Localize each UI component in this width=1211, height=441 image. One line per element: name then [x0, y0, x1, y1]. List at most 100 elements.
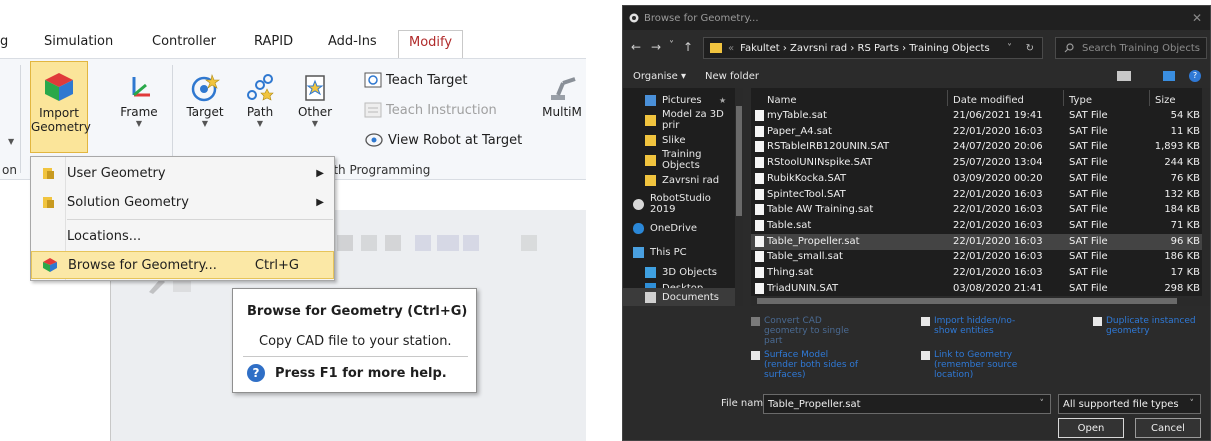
multimove-label: MultiM	[542, 105, 582, 119]
menu-item-browse-for-geometry[interactable]: Browse for Geometry... Ctrl+G	[31, 251, 334, 279]
menu-item-locations[interactable]: Locations...	[31, 222, 334, 250]
file-row[interactable]: RSTableIRB120UNIN.SAT 24/07/2020 20:06 SAT…	[751, 139, 1202, 155]
sidebar-item-model-za-3d[interactable]: Model za 3D prir	[623, 109, 735, 131]
file-row[interactable]: Table.sat 22/01/2020 16:03 SAT File 71 KB	[751, 218, 1202, 234]
view-robot-label: View Robot at Target	[388, 132, 523, 148]
view-options-icon[interactable]	[1117, 71, 1131, 81]
path-button[interactable]: Path ▼	[236, 73, 284, 129]
sidebar-item-robotstudio[interactable]: RobotStudio 2019	[623, 193, 735, 215]
checkbox[interactable]	[921, 317, 930, 326]
sidebar-scrollbar[interactable]	[735, 88, 743, 306]
file-row[interactable]: RStoolUNINspike.SAT 25/07/2020 13:04 SAT F…	[751, 155, 1202, 171]
sidebar-item-onedrive[interactable]: OneDrive	[623, 218, 735, 238]
multimove-button[interactable]: MultiM	[538, 73, 586, 119]
column-header-date[interactable]: Date modified	[953, 88, 1063, 108]
new-folder-button[interactable]: New folder	[705, 71, 759, 82]
chevron-down-icon[interactable]: ˅	[1007, 43, 1012, 54]
tab-simulation[interactable]: Simulation	[44, 34, 113, 49]
file-type-select[interactable]: All supported file types ˅	[1058, 394, 1201, 414]
search-input[interactable]: Search Training Objects	[1055, 37, 1207, 59]
tab-modify[interactable]: Modify	[398, 30, 464, 58]
file-type: SAT File	[1069, 251, 1108, 263]
checkbox[interactable]	[751, 317, 760, 326]
file-icon	[755, 125, 764, 137]
column-header-type[interactable]: Type	[1069, 88, 1149, 108]
tab-rapid[interactable]: RAPID	[254, 34, 293, 49]
file-row[interactable]: Table_small.sat 22/01/2020 16:03 SAT File 1…	[751, 249, 1202, 265]
app-icon	[629, 13, 639, 23]
sidebar-item-pictures[interactable]: Pictures ★	[623, 90, 735, 110]
frame-button[interactable]: Frame ▼	[114, 73, 164, 129]
sidebar-item-zavrsni-rad[interactable]: Zavrsni rad	[623, 170, 735, 190]
option-import-hidden[interactable]: Import hidden/no-show entities	[921, 316, 1031, 336]
tab-add-ins[interactable]: Add-Ins	[328, 34, 377, 49]
chevron-down-icon[interactable]: ˅	[1190, 399, 1195, 409]
help-icon[interactable]: ?	[1189, 70, 1201, 82]
file-size: 96 KB	[1170, 235, 1200, 247]
option-duplicate-instanced[interactable]: Duplicate instanced geometry	[1093, 316, 1203, 336]
close-icon[interactable]: ✕	[1192, 11, 1202, 25]
chevron-down-icon[interactable]: ▼	[8, 137, 14, 146]
tooltip-help: ? Press F1 for more help.	[247, 364, 447, 382]
option-surface-model[interactable]: Surface Model (render both sides of surf…	[751, 350, 861, 380]
file-name-value: Table_Propeller.sat	[768, 398, 861, 410]
tab-controller[interactable]: Controller	[152, 34, 216, 49]
menu-item-solution-geometry[interactable]: Solution Geometry ▶	[31, 188, 334, 216]
sidebar-item-training-objects[interactable]: Training Objects	[623, 149, 735, 171]
breadcrumb[interactable]: Fakultet › Zavrsni rad › RS Parts › Trai…	[740, 43, 990, 54]
checkbox[interactable]	[1093, 317, 1102, 326]
address-bar[interactable]: « Fakultet › Zavrsni rad › RS Parts › Tr…	[703, 37, 1043, 59]
chevron-down-icon[interactable]: ˅	[1040, 399, 1045, 409]
folder-icon	[710, 43, 722, 53]
solution-geometry-icon	[31, 194, 67, 210]
cancel-button[interactable]: Cancel	[1135, 418, 1201, 438]
refresh-icon[interactable]: ↻	[1026, 43, 1034, 54]
file-name: Paper_A4.sat	[767, 125, 832, 137]
scrollbar-thumb[interactable]	[757, 298, 1177, 304]
other-button[interactable]: Other ▼	[290, 73, 340, 129]
preview-pane-icon[interactable]	[1163, 71, 1175, 81]
open-button[interactable]: Open	[1058, 418, 1124, 438]
organise-menu[interactable]: Organise ▾	[633, 71, 686, 82]
checkbox[interactable]	[921, 351, 930, 360]
file-row[interactable]: Table_Propeller.sat 22/01/2020 16:03 SAT F…	[751, 233, 1202, 250]
file-row[interactable]: Thing.sat 22/01/2020 16:03 SAT File 17 KB	[751, 265, 1202, 281]
faded-toolbar-icon	[337, 235, 537, 251]
column-header-size[interactable]: Size	[1155, 88, 1195, 108]
back-arrow-icon[interactable]: ←	[631, 40, 641, 54]
option-convert-cad[interactable]: Convert CAD geometry to single part	[751, 316, 861, 346]
option-link-to-geometry[interactable]: Link to Geometry (remember source locati…	[921, 350, 1031, 380]
view-robot-at-target-button[interactable]: View Robot at Target	[364, 131, 522, 149]
file-row[interactable]: myTable.sat 21/06/2021 19:41 SAT File 54 KB	[751, 108, 1202, 124]
file-name-input[interactable]: Table_Propeller.sat ˅	[763, 394, 1051, 414]
import-geometry-button[interactable]: Import Geometry	[30, 61, 91, 153]
teach-target-button[interactable]: Teach Target	[364, 71, 467, 89]
scrollbar-thumb[interactable]	[736, 106, 742, 216]
recent-locations-icon[interactable]: ˅	[669, 40, 674, 51]
sidebar-item-3d-objects[interactable]: 3D Objects	[623, 262, 735, 282]
column-header-name[interactable]: Name	[767, 88, 947, 108]
user-geometry-icon	[31, 165, 67, 181]
up-arrow-icon[interactable]: ↑	[683, 40, 693, 54]
sidebar-item-this-pc[interactable]: This PC	[623, 242, 735, 262]
file-row[interactable]: SpintecTool.SAT 22/01/2020 16:03 SAT File 1…	[751, 187, 1202, 203]
file-type: SAT File	[1069, 219, 1108, 231]
checkbox[interactable]	[751, 351, 760, 360]
file-list-scrollbar[interactable]	[1202, 88, 1210, 306]
file-date: 25/07/2020 13:04	[953, 157, 1043, 169]
tab-partial[interactable]: g	[0, 34, 8, 49]
file-row[interactable]: RubikKocka.SAT 03/09/2020 00:20 SAT File 76…	[751, 171, 1202, 187]
sidebar-item-documents[interactable]: Documents	[623, 288, 735, 306]
file-row[interactable]: TriadUNIN.SAT 03/08/2020 21:41 SAT File 298…	[751, 281, 1202, 297]
teach-target-label: Teach Target	[386, 72, 468, 88]
file-name: TriadUNIN.SAT	[767, 282, 839, 294]
sidebar-item-slike[interactable]: Slike	[623, 130, 735, 150]
file-row[interactable]: Table AW Training.sat 22/01/2020 16:03 SAT…	[751, 202, 1202, 218]
forward-arrow-icon[interactable]: →	[651, 40, 661, 54]
target-button[interactable]: Target ▼	[180, 73, 230, 129]
file-row[interactable]: Paper_A4.sat 22/01/2020 16:03 SAT File 11 K…	[751, 124, 1202, 140]
file-list-hscrollbar[interactable]	[751, 296, 1202, 306]
breadcrumb-overflow-icon[interactable]: «	[728, 43, 734, 54]
menu-item-user-geometry[interactable]: User Geometry ▶	[31, 159, 334, 187]
teach-instruction-button[interactable]: Teach Instruction	[364, 101, 497, 119]
